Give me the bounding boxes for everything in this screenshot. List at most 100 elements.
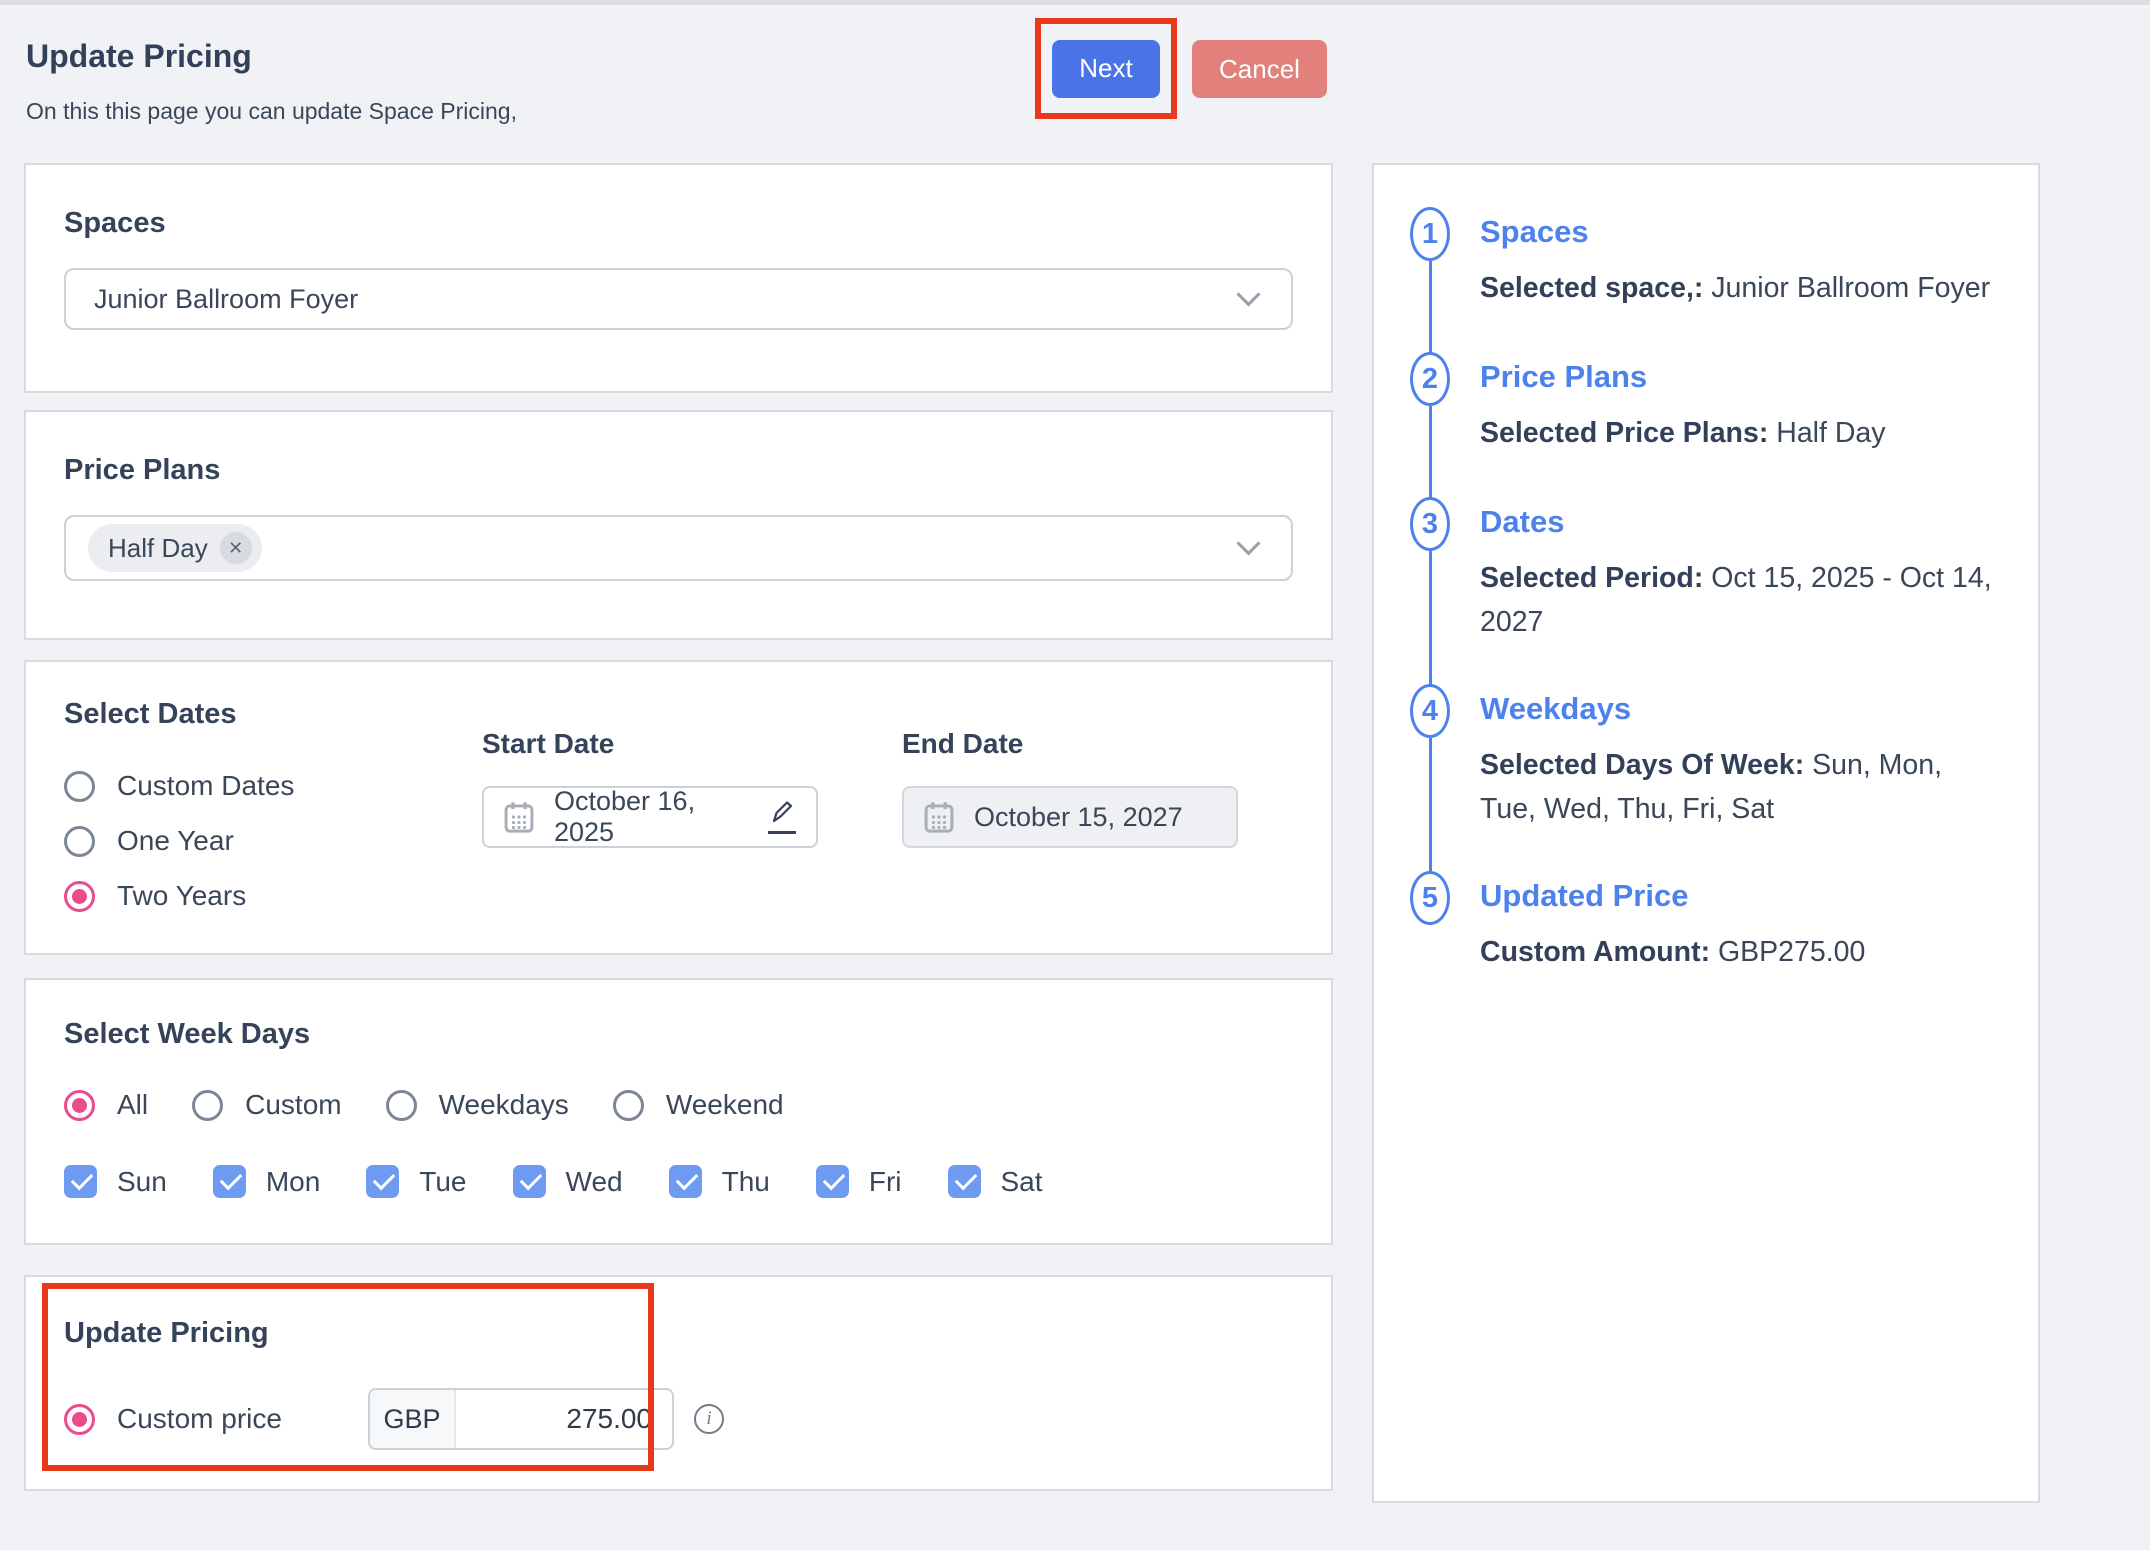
- option-weekend[interactable]: Weekend: [613, 1089, 784, 1121]
- chevron-down-icon: [1236, 531, 1260, 555]
- top-border-strip: [0, 0, 2150, 5]
- option-custom-dates[interactable]: Custom Dates: [64, 770, 294, 802]
- update-pricing-card: Update Pricing Custom price GBP 275.00 i: [24, 1275, 1333, 1491]
- checkbox-mon[interactable]: [213, 1165, 246, 1198]
- option-custom[interactable]: Custom: [192, 1089, 341, 1121]
- option-custom-price[interactable]: Custom price: [64, 1403, 314, 1435]
- day-fri[interactable]: Fri: [816, 1165, 902, 1198]
- step-weekdays: 4 Weekdays Selected Days Of Week: Sun, M…: [1410, 684, 2002, 871]
- spaces-select[interactable]: Junior Ballroom Foyer: [64, 268, 1293, 330]
- step-1-title[interactable]: Spaces: [1480, 214, 2002, 250]
- checkbox-thu[interactable]: [669, 1165, 702, 1198]
- step-1-summary-value: Junior Ballroom Foyer: [1703, 272, 1990, 304]
- cancel-button[interactable]: Cancel: [1192, 40, 1327, 98]
- option-custom-dates-label: Custom Dates: [117, 770, 294, 802]
- checkbox-tue[interactable]: [366, 1165, 399, 1198]
- week-days-mode-options: All Custom Weekdays Weekend: [64, 1089, 1293, 1121]
- option-one-year[interactable]: One Year: [64, 825, 294, 857]
- select-dates-label: Select Dates: [64, 698, 1293, 731]
- option-two-years-label: Two Years: [117, 880, 246, 912]
- price-plan-chip: Half Day ✕: [88, 524, 262, 572]
- currency-prefix: GBP: [370, 1390, 456, 1448]
- end-date-label: End Date: [902, 728, 1238, 760]
- update-pricing-page: Update Pricing On this this page you can…: [0, 0, 2150, 1550]
- start-date-group: Start Date October 16, 2025: [482, 728, 818, 848]
- end-date-input: October 15, 2027: [902, 786, 1238, 848]
- day-fri-label: Fri: [869, 1166, 902, 1198]
- checkbox-wed[interactable]: [513, 1165, 546, 1198]
- step-price-plans: 2 Price Plans Selected Price Plans: Half…: [1410, 352, 2002, 497]
- day-mon[interactable]: Mon: [213, 1165, 320, 1198]
- checkbox-sat[interactable]: [948, 1165, 981, 1198]
- radio-all[interactable]: [64, 1090, 95, 1121]
- calendar-icon: [924, 801, 954, 833]
- radio-two-years[interactable]: [64, 881, 95, 912]
- radio-custom-dates[interactable]: [64, 771, 95, 802]
- radio-custom[interactable]: [192, 1090, 223, 1121]
- checkbox-fri[interactable]: [816, 1165, 849, 1198]
- step-4-badge: 4: [1410, 684, 1450, 738]
- day-tue-label: Tue: [419, 1166, 466, 1198]
- annotation-box-next: Next: [1035, 18, 1177, 119]
- option-all[interactable]: All: [64, 1089, 148, 1121]
- step-3-summary-key: Selected Period:: [1480, 562, 1703, 594]
- option-custom-label: Custom: [245, 1089, 341, 1121]
- step-5-summary-key: Custom Amount:: [1480, 936, 1710, 968]
- step-5-summary-value: GBP275.00: [1710, 936, 1865, 968]
- custom-amount-input[interactable]: GBP 275.00: [368, 1388, 674, 1450]
- spaces-label: Spaces: [64, 207, 1293, 240]
- radio-one-year[interactable]: [64, 826, 95, 857]
- radio-weekdays[interactable]: [386, 1090, 417, 1121]
- page-title: Update Pricing: [26, 38, 252, 75]
- day-sun[interactable]: Sun: [64, 1165, 167, 1198]
- radio-weekend[interactable]: [613, 1090, 644, 1121]
- price-plans-select[interactable]: Half Day ✕: [64, 515, 1293, 581]
- step-5-badge: 5: [1410, 871, 1450, 925]
- day-wed[interactable]: Wed: [513, 1165, 623, 1198]
- step-2-title[interactable]: Price Plans: [1480, 359, 2002, 395]
- day-thu[interactable]: Thu: [669, 1165, 770, 1198]
- edit-icon[interactable]: [768, 801, 796, 834]
- calendar-icon: [504, 801, 534, 833]
- step-2-badge: 2: [1410, 352, 1450, 406]
- checkbox-sun[interactable]: [64, 1165, 97, 1198]
- price-plans-label: Price Plans: [64, 454, 1293, 487]
- step-3-badge: 3: [1410, 497, 1450, 551]
- chevron-down-icon: [1236, 282, 1260, 306]
- option-weekdays[interactable]: Weekdays: [386, 1089, 569, 1121]
- day-thu-label: Thu: [722, 1166, 770, 1198]
- custom-price-row: Custom price GBP 275.00 i: [64, 1388, 1293, 1450]
- day-sat-label: Sat: [1001, 1166, 1043, 1198]
- start-date-input[interactable]: October 16, 2025: [482, 786, 818, 848]
- day-wed-label: Wed: [566, 1166, 623, 1198]
- price-plans-card: Price Plans Half Day ✕: [24, 410, 1333, 640]
- spaces-selected-value: Junior Ballroom Foyer: [94, 284, 358, 315]
- date-range-options: Custom Dates One Year Two Years: [64, 770, 294, 912]
- step-updated-price: 5 Updated Price Custom Amount: GBP275.00: [1410, 871, 2002, 974]
- close-icon[interactable]: ✕: [220, 532, 252, 564]
- start-date-label: Start Date: [482, 728, 818, 760]
- info-icon[interactable]: i: [694, 1404, 724, 1434]
- day-mon-label: Mon: [266, 1166, 320, 1198]
- step-2-summary-key: Selected Price Plans:: [1480, 417, 1768, 449]
- amount-value[interactable]: 275.00: [456, 1390, 672, 1448]
- spaces-card: Spaces Junior Ballroom Foyer: [24, 163, 1333, 393]
- next-button[interactable]: Next: [1052, 40, 1160, 98]
- day-sat[interactable]: Sat: [948, 1165, 1043, 1198]
- end-date-group: End Date October 15, 2027: [902, 728, 1238, 848]
- select-week-days-label: Select Week Days: [64, 1018, 1293, 1051]
- day-tue[interactable]: Tue: [366, 1165, 466, 1198]
- radio-custom-price[interactable]: [64, 1404, 95, 1435]
- step-1-summary-key: Selected space,:: [1480, 272, 1703, 304]
- step-2-summary-value: Half Day: [1768, 417, 1885, 449]
- option-custom-price-label: Custom price: [117, 1403, 282, 1435]
- price-plan-chip-label: Half Day: [108, 533, 208, 564]
- step-4-title[interactable]: Weekdays: [1480, 691, 2002, 727]
- option-two-years[interactable]: Two Years: [64, 880, 294, 912]
- day-sun-label: Sun: [117, 1166, 167, 1198]
- step-3-title[interactable]: Dates: [1480, 504, 2002, 540]
- step-5-title[interactable]: Updated Price: [1480, 878, 2002, 914]
- option-weekdays-label: Weekdays: [439, 1089, 569, 1121]
- day-checkbox-row: Sun Mon Tue Wed Thu Fri Sat: [64, 1165, 1293, 1198]
- page-subtitle: On this this page you can update Space P…: [26, 98, 517, 125]
